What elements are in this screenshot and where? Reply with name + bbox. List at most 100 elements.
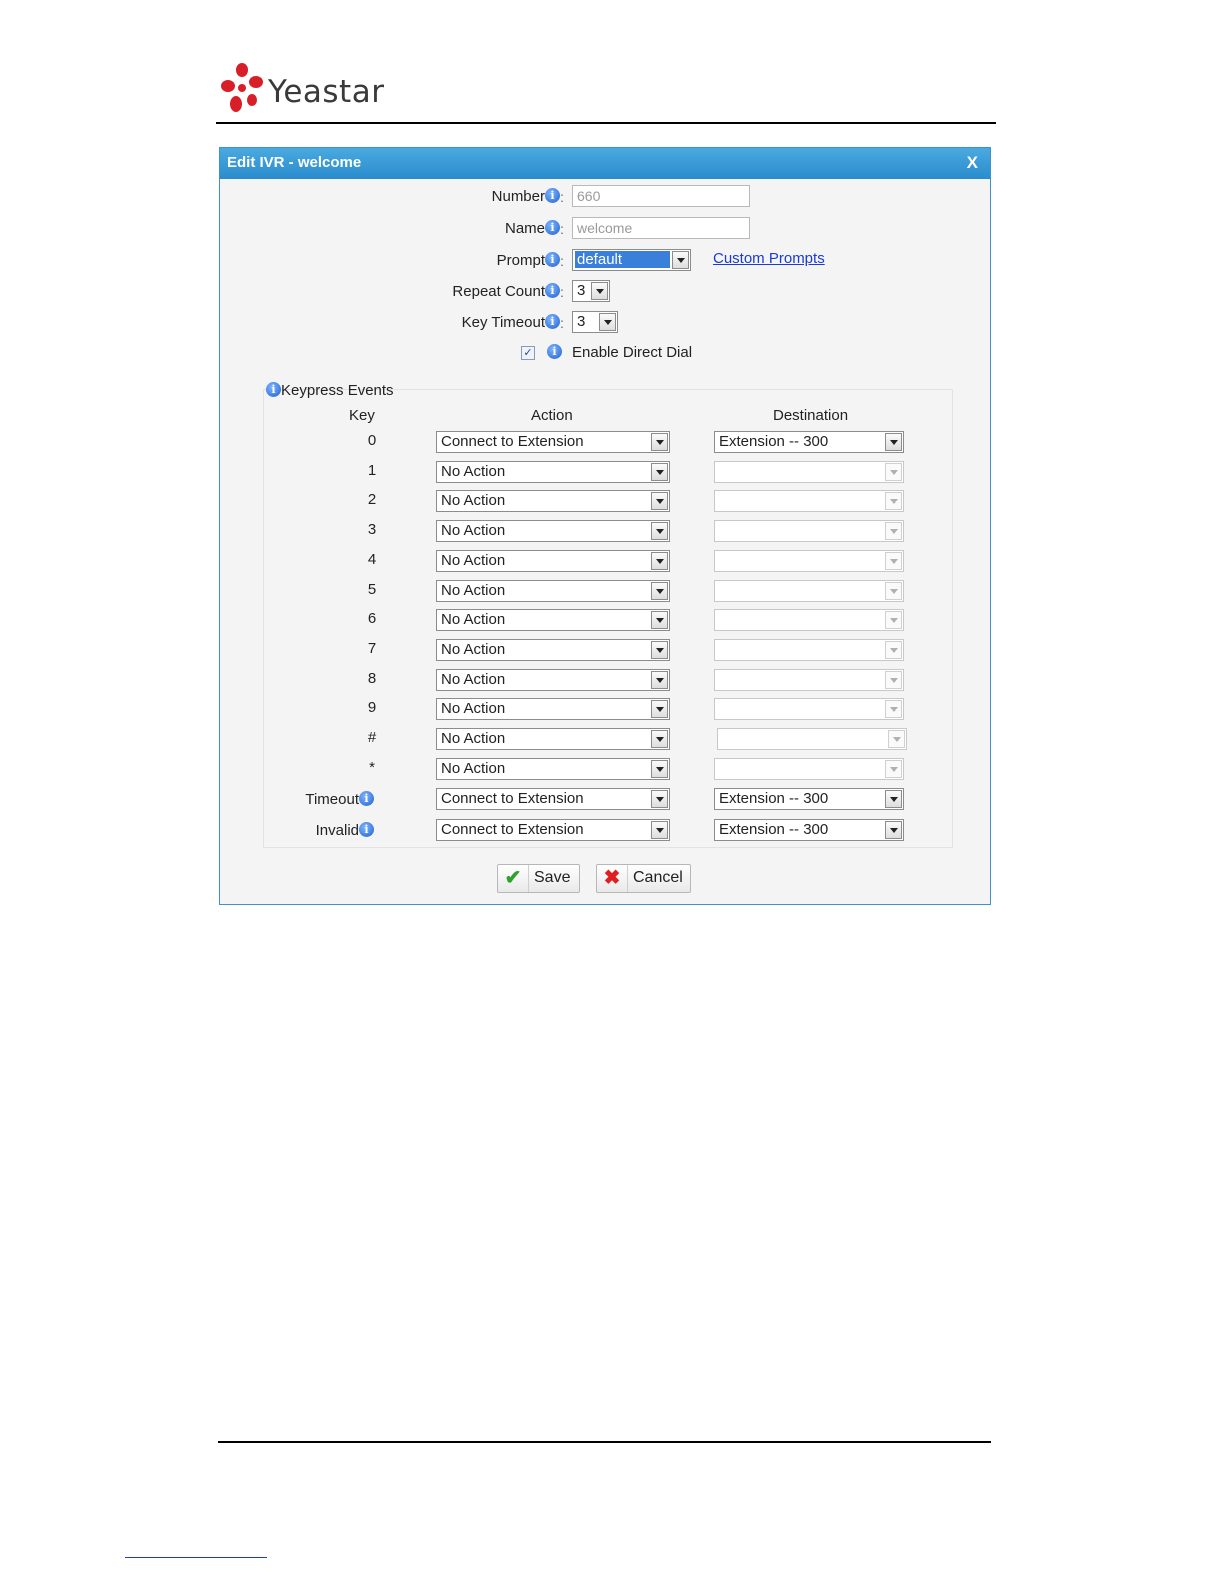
destination-select[interactable] [714,520,904,542]
chevron-down-icon[interactable] [591,282,608,300]
action-select[interactable]: No Action [436,758,670,780]
destination-select[interactable] [717,728,907,750]
action-select-value: No Action [441,641,506,658]
key-label: * [369,759,375,776]
dialog-titlebar: Edit IVR - welcome X [220,148,990,179]
prompt-select[interactable]: default [572,249,691,271]
chevron-down-icon[interactable] [651,552,668,570]
custom-prompts-link[interactable]: Custom Prompts [713,250,825,267]
keypress-events-title-text: Keypress Events [281,382,394,399]
name-label-text: Name [504,220,545,237]
chevron-down-icon[interactable] [651,492,668,510]
chevron-down-icon[interactable] [651,522,668,540]
chevron-down-icon[interactable] [651,641,668,659]
destination-select[interactable] [714,758,904,780]
action-select[interactable]: No Action [436,639,670,661]
invalid-destination-select[interactable]: Extension -- 300 [714,819,904,841]
info-icon[interactable]: i [545,314,560,329]
action-select[interactable]: No Action [436,520,670,542]
action-select-value: No Action [441,700,506,717]
direct-dial-checkbox[interactable]: ✓ [521,346,535,360]
chevron-down-icon[interactable] [651,760,668,778]
info-icon[interactable]: i [545,283,560,298]
chevron-down-icon[interactable] [651,433,668,451]
action-select[interactable]: No Action [436,550,670,572]
destination-select[interactable] [714,461,904,483]
chevron-down-icon[interactable] [885,492,902,510]
action-select[interactable]: No Action [436,698,670,720]
chevron-down-icon[interactable] [651,582,668,600]
chevron-down-icon[interactable] [885,552,902,570]
chevron-down-icon[interactable] [651,821,668,839]
info-icon[interactable]: i [359,791,374,806]
chevron-down-icon[interactable] [885,760,902,778]
key-label: 4 [367,551,377,568]
number-input[interactable]: 660 [572,185,750,207]
info-icon[interactable]: i [545,220,560,235]
chevron-down-icon[interactable] [888,730,905,748]
key-label: 3 [367,521,377,538]
timeout-action-value: Connect to Extension [441,790,584,807]
action-select[interactable]: No Action [436,490,670,512]
chevron-down-icon[interactable] [651,700,668,718]
destination-select[interactable] [714,698,904,720]
chevron-down-icon[interactable] [885,433,902,451]
chevron-down-icon[interactable] [651,463,668,481]
key-timeout-label-text: Key Timeout [461,314,545,331]
repeat-count-label: Repeat Count i [452,283,560,300]
yeastar-logo: Yeastar [220,60,384,120]
chevron-down-icon[interactable] [599,313,616,331]
chevron-down-icon[interactable] [651,730,668,748]
close-icon[interactable]: X [967,153,978,173]
destination-select[interactable] [714,580,904,602]
chevron-down-icon[interactable] [885,821,902,839]
save-button[interactable]: ✔ Save [497,864,580,893]
chevron-down-icon[interactable] [672,251,689,269]
destination-select[interactable] [714,639,904,661]
chevron-down-icon[interactable] [651,611,668,629]
action-select-value: No Action [441,611,506,628]
info-icon[interactable]: i [545,188,560,203]
checkmark-icon: ✔ [498,865,529,892]
name-input[interactable]: welcome [572,217,750,239]
action-select[interactable]: No Action [436,669,670,691]
chevron-down-icon[interactable] [885,522,902,540]
chevron-down-icon[interactable] [885,700,902,718]
key-label: # [367,729,377,746]
action-select[interactable]: No Action [436,609,670,631]
info-icon[interactable]: i [266,382,281,397]
destination-select[interactable] [714,609,904,631]
destination-select[interactable] [714,550,904,572]
timeout-action-select[interactable]: Connect to Extension [436,788,670,810]
destination-select[interactable] [714,490,904,512]
cancel-button[interactable]: ✖ Cancel [596,864,691,893]
chevron-down-icon[interactable] [885,790,902,808]
info-icon[interactable]: i [547,344,562,359]
number-label: Number i [492,188,560,205]
info-icon[interactable]: i [359,822,374,837]
save-button-label: Save [534,869,571,886]
action-select[interactable]: No Action [436,728,670,750]
destination-select[interactable]: Extension -- 300 [714,431,904,453]
column-header-key: Key [349,407,375,424]
action-select-value: No Action [441,582,506,599]
action-select[interactable]: Connect to Extension [436,431,670,453]
chevron-down-icon[interactable] [885,463,902,481]
info-icon[interactable]: i [545,252,560,267]
destination-select[interactable] [714,669,904,691]
timeout-destination-select[interactable]: Extension -- 300 [714,788,904,810]
key-timeout-select[interactable]: 3 [572,311,618,333]
chevron-down-icon[interactable] [885,582,902,600]
chevron-down-icon[interactable] [885,671,902,689]
repeat-count-select[interactable]: 3 [572,280,610,302]
action-select-value: No Action [441,760,506,777]
chevron-down-icon[interactable] [885,641,902,659]
chevron-down-icon[interactable] [885,611,902,629]
chevron-down-icon[interactable] [651,671,668,689]
action-select[interactable]: No Action [436,461,670,483]
chevron-down-icon[interactable] [651,790,668,808]
flower-logo-icon [221,63,263,112]
action-select[interactable]: No Action [436,580,670,602]
key-label: 2 [367,491,377,508]
invalid-action-select[interactable]: Connect to Extension [436,819,670,841]
